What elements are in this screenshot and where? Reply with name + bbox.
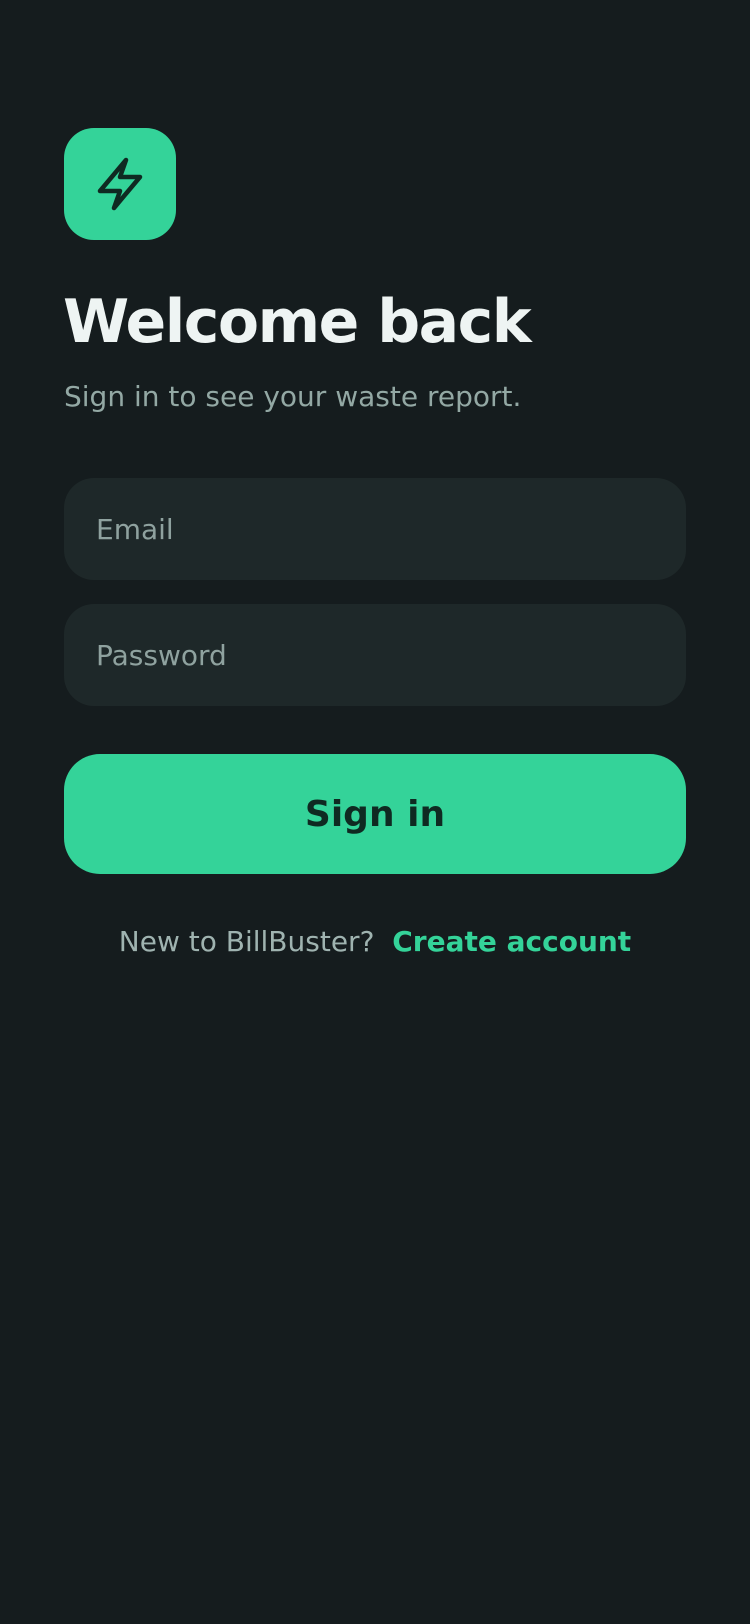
page-title: Welcome back [63, 287, 532, 357]
create-account-footer: New to BillBuster? Create account [0, 920, 750, 964]
page-subtitle: Sign in to see your waste report. [64, 380, 522, 413]
sign-in-screen: Welcome back Sign in to see your waste r… [0, 0, 750, 1624]
create-account-link[interactable]: Create account [392, 925, 631, 958]
email-field-container[interactable] [64, 478, 686, 580]
email-field[interactable] [96, 512, 654, 546]
new-user-prompt: New to BillBuster? [118, 925, 375, 958]
bolt-icon [94, 156, 146, 212]
password-field[interactable] [96, 638, 654, 672]
sign-in-button[interactable]: Sign in [64, 754, 686, 874]
footer-spacer [383, 925, 392, 958]
password-field-container[interactable] [64, 604, 686, 706]
app-logo [64, 128, 176, 240]
